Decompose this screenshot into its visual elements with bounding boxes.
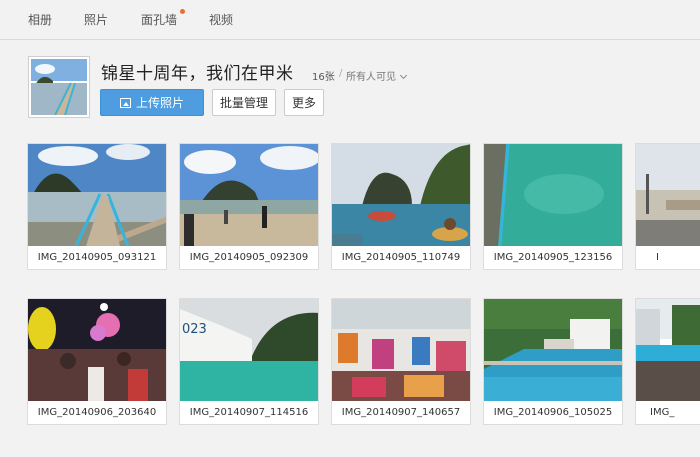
photo-thumbnail xyxy=(28,299,166,401)
photo-thumbnail xyxy=(636,144,700,246)
photo-filename: I xyxy=(656,252,659,263)
batch-manage-button[interactable]: 批量管理 xyxy=(212,89,276,116)
photo-card[interactable]: IMG_20140905_110749 xyxy=(331,143,471,270)
chevron-down-icon xyxy=(399,71,408,80)
separator: / xyxy=(339,68,343,79)
photo-filename: IMG_20140907_114516 xyxy=(189,407,309,418)
photo-card[interactable]: IMG_20140905_092309 xyxy=(179,143,319,270)
more-button[interactable]: 更多 xyxy=(284,89,324,116)
photo-card[interactable]: IMG_20140906_203640 xyxy=(27,298,167,425)
photo-filename: IMG_ xyxy=(650,407,675,418)
upload-photos-button[interactable]: 上传照片 xyxy=(100,89,204,116)
album-tabs: 相册 照片 面孔墙 视频 xyxy=(0,0,700,40)
tab-albums[interactable]: 相册 xyxy=(28,11,52,28)
notification-dot xyxy=(180,9,185,14)
photo-filename: IMG_20140906_105025 xyxy=(493,407,613,418)
album-cover[interactable] xyxy=(28,56,90,118)
photo-card[interactable]: 023 IMG_20140907_114516 xyxy=(179,298,319,425)
photo-filename: IMG_20140905_093121 xyxy=(37,252,157,263)
photo-thumbnail xyxy=(484,144,622,246)
photo-thumbnail xyxy=(28,144,166,246)
photo-thumbnail xyxy=(484,299,622,401)
visibility-dropdown[interactable]: 所有人可见 xyxy=(346,68,408,83)
visibility-label: 所有人可见 xyxy=(346,72,396,83)
photo-card[interactable]: IMG_20140907_140657 xyxy=(331,298,471,425)
photo-card[interactable]: I xyxy=(635,143,700,270)
photo-card[interactable]: IMG_20140906_105025 xyxy=(483,298,623,425)
photo-filename: IMG_20140905_092309 xyxy=(189,252,309,263)
album-title: 锦星十周年，我们在甲米 xyxy=(101,64,294,84)
photo-thumbnail xyxy=(332,299,470,401)
upload-button-label: 上传照片 xyxy=(135,96,184,110)
photo-filename: IMG_20140905_123156 xyxy=(493,252,613,263)
tab-photos[interactable]: 照片 xyxy=(84,11,108,28)
photo-thumbnail xyxy=(180,144,318,246)
photo-count: 16张 xyxy=(312,72,335,83)
photo-thumbnail xyxy=(332,144,470,246)
upload-image-icon xyxy=(119,97,131,108)
svg-text:023: 023 xyxy=(182,322,207,337)
photo-thumbnail: 023 xyxy=(180,299,318,401)
photo-filename: IMG_20140907_140657 xyxy=(341,407,461,418)
tab-videos[interactable]: 视频 xyxy=(209,11,233,28)
photo-filename: IMG_20140906_203640 xyxy=(37,407,157,418)
photo-card[interactable]: IMG_ xyxy=(635,298,700,425)
photo-thumbnail xyxy=(636,299,700,401)
photo-card[interactable]: IMG_20140905_093121 xyxy=(27,143,167,270)
photo-card[interactable]: IMG_20140905_123156 xyxy=(483,143,623,270)
photo-filename: IMG_20140905_110749 xyxy=(341,252,461,263)
album-cover-image xyxy=(31,59,87,115)
tab-face-wall[interactable]: 面孔墙 xyxy=(141,11,177,28)
